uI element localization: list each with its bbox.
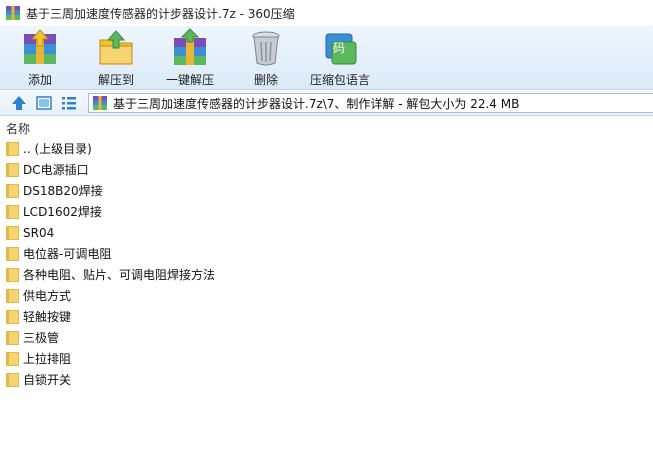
list-item-label: 电位器-可调电阻 <box>23 247 112 261</box>
window-title: 基于三周加速度传感器的计步器设计.7z - 360压缩 <box>26 6 295 21</box>
folder-icon <box>6 288 19 304</box>
trash-icon <box>252 31 280 66</box>
list-item-label: DS18B20焊接 <box>23 184 103 198</box>
extract-folder-icon <box>99 30 133 65</box>
list-item[interactable]: 电位器-可调电阻 <box>0 243 653 264</box>
up-arrow-icon[interactable] <box>10 94 28 112</box>
folder-icon <box>6 330 19 346</box>
folder-icon <box>6 225 19 241</box>
folder-icon <box>6 351 19 367</box>
file-rows: .. (上级目录) DC电源插口 DS18B20焊接 LCD1602焊接 SR0… <box>0 138 653 390</box>
list-item-label: LCD1602焊接 <box>23 205 102 219</box>
thumbnail-view-icon[interactable] <box>35 94 53 112</box>
language-glyph: 码 <box>333 41 345 55</box>
list-item-label: 上拉排阻 <box>23 352 72 366</box>
list-item[interactable]: 轻触按键 <box>0 306 653 327</box>
list-item-parent[interactable]: .. (上级目录) <box>0 138 653 159</box>
list-item-label: SR04 <box>23 225 55 240</box>
title-bar: 基于三周加速度传感器的计步器设计.7z - 360压缩 <box>0 0 653 26</box>
add-label: 添加 <box>27 73 52 87</box>
list-item-label: 各种电阻、贴片、可调电阻焊接方法 <box>23 268 216 282</box>
file-list: 名称 .. (上级目录) DC电源插口 DS18B20焊接 LCD1602焊接 … <box>0 116 653 463</box>
address-bar: 基于三周加速度传感器的计步器设计.7z\7、制作详解 - 解包大小为 22.4 … <box>0 90 653 116</box>
folder-icon <box>6 141 19 157</box>
add-button[interactable]: 添加 <box>20 28 60 88</box>
list-item[interactable]: 自锁开关 <box>0 369 653 390</box>
list-item-label: DC电源插口 <box>23 163 89 177</box>
extract-to-label: 解压到 <box>97 73 134 87</box>
list-item-label: 自锁开关 <box>23 373 72 387</box>
one-click-extract-label: 一键解压 <box>166 73 215 87</box>
list-view-icon[interactable] <box>60 94 78 112</box>
one-click-extract-icon <box>174 28 206 65</box>
folder-icon <box>6 204 19 220</box>
list-item[interactable]: 各种电阻、贴片、可调电阻焊接方法 <box>0 264 653 285</box>
folder-icon <box>6 309 19 325</box>
toolbar: 添加 解压到 一键解压 删除 码 压缩包语言 <box>0 26 653 90</box>
archive-logo-icon <box>6 6 20 20</box>
archive-language-button[interactable]: 码 压缩包语言 <box>310 28 370 88</box>
list-item[interactable]: DC电源插口 <box>0 159 653 180</box>
language-code-icon: 码 <box>325 33 357 65</box>
list-item-label: 轻触按键 <box>23 310 72 324</box>
list-item[interactable]: 三极管 <box>0 327 653 348</box>
list-item[interactable]: 上拉排阻 <box>0 348 653 369</box>
list-item[interactable]: 供电方式 <box>0 285 653 306</box>
delete-button[interactable]: 删除 <box>246 28 286 88</box>
add-archive-icon <box>24 29 56 64</box>
extract-to-button[interactable]: 解压到 <box>96 28 136 88</box>
list-item-label: 供电方式 <box>23 289 72 303</box>
folder-icon <box>6 183 19 199</box>
folder-icon <box>6 162 19 178</box>
folder-icon <box>6 267 19 283</box>
delete-label: 删除 <box>253 73 278 87</box>
path-text: 基于三周加速度传感器的计步器设计.7z\7、制作详解 - 解包大小为 22.4 … <box>113 96 520 111</box>
list-item[interactable]: LCD1602焊接 <box>0 201 653 222</box>
archive-language-label: 压缩包语言 <box>310 73 371 87</box>
list-item[interactable]: SR04 <box>0 222 653 243</box>
one-click-extract-button[interactable]: 一键解压 <box>166 28 214 88</box>
folder-icon <box>6 246 19 262</box>
list-item[interactable]: DS18B20焊接 <box>0 180 653 201</box>
column-header-name[interactable]: 名称 <box>0 118 653 138</box>
folder-icon <box>6 372 19 388</box>
path-field[interactable]: 基于三周加速度传感器的计步器设计.7z\7、制作详解 - 解包大小为 22.4 … <box>88 93 653 113</box>
archive-path-icon <box>93 96 107 110</box>
list-item-label: .. (上级目录) <box>23 142 92 156</box>
list-item-label: 三极管 <box>23 331 60 345</box>
